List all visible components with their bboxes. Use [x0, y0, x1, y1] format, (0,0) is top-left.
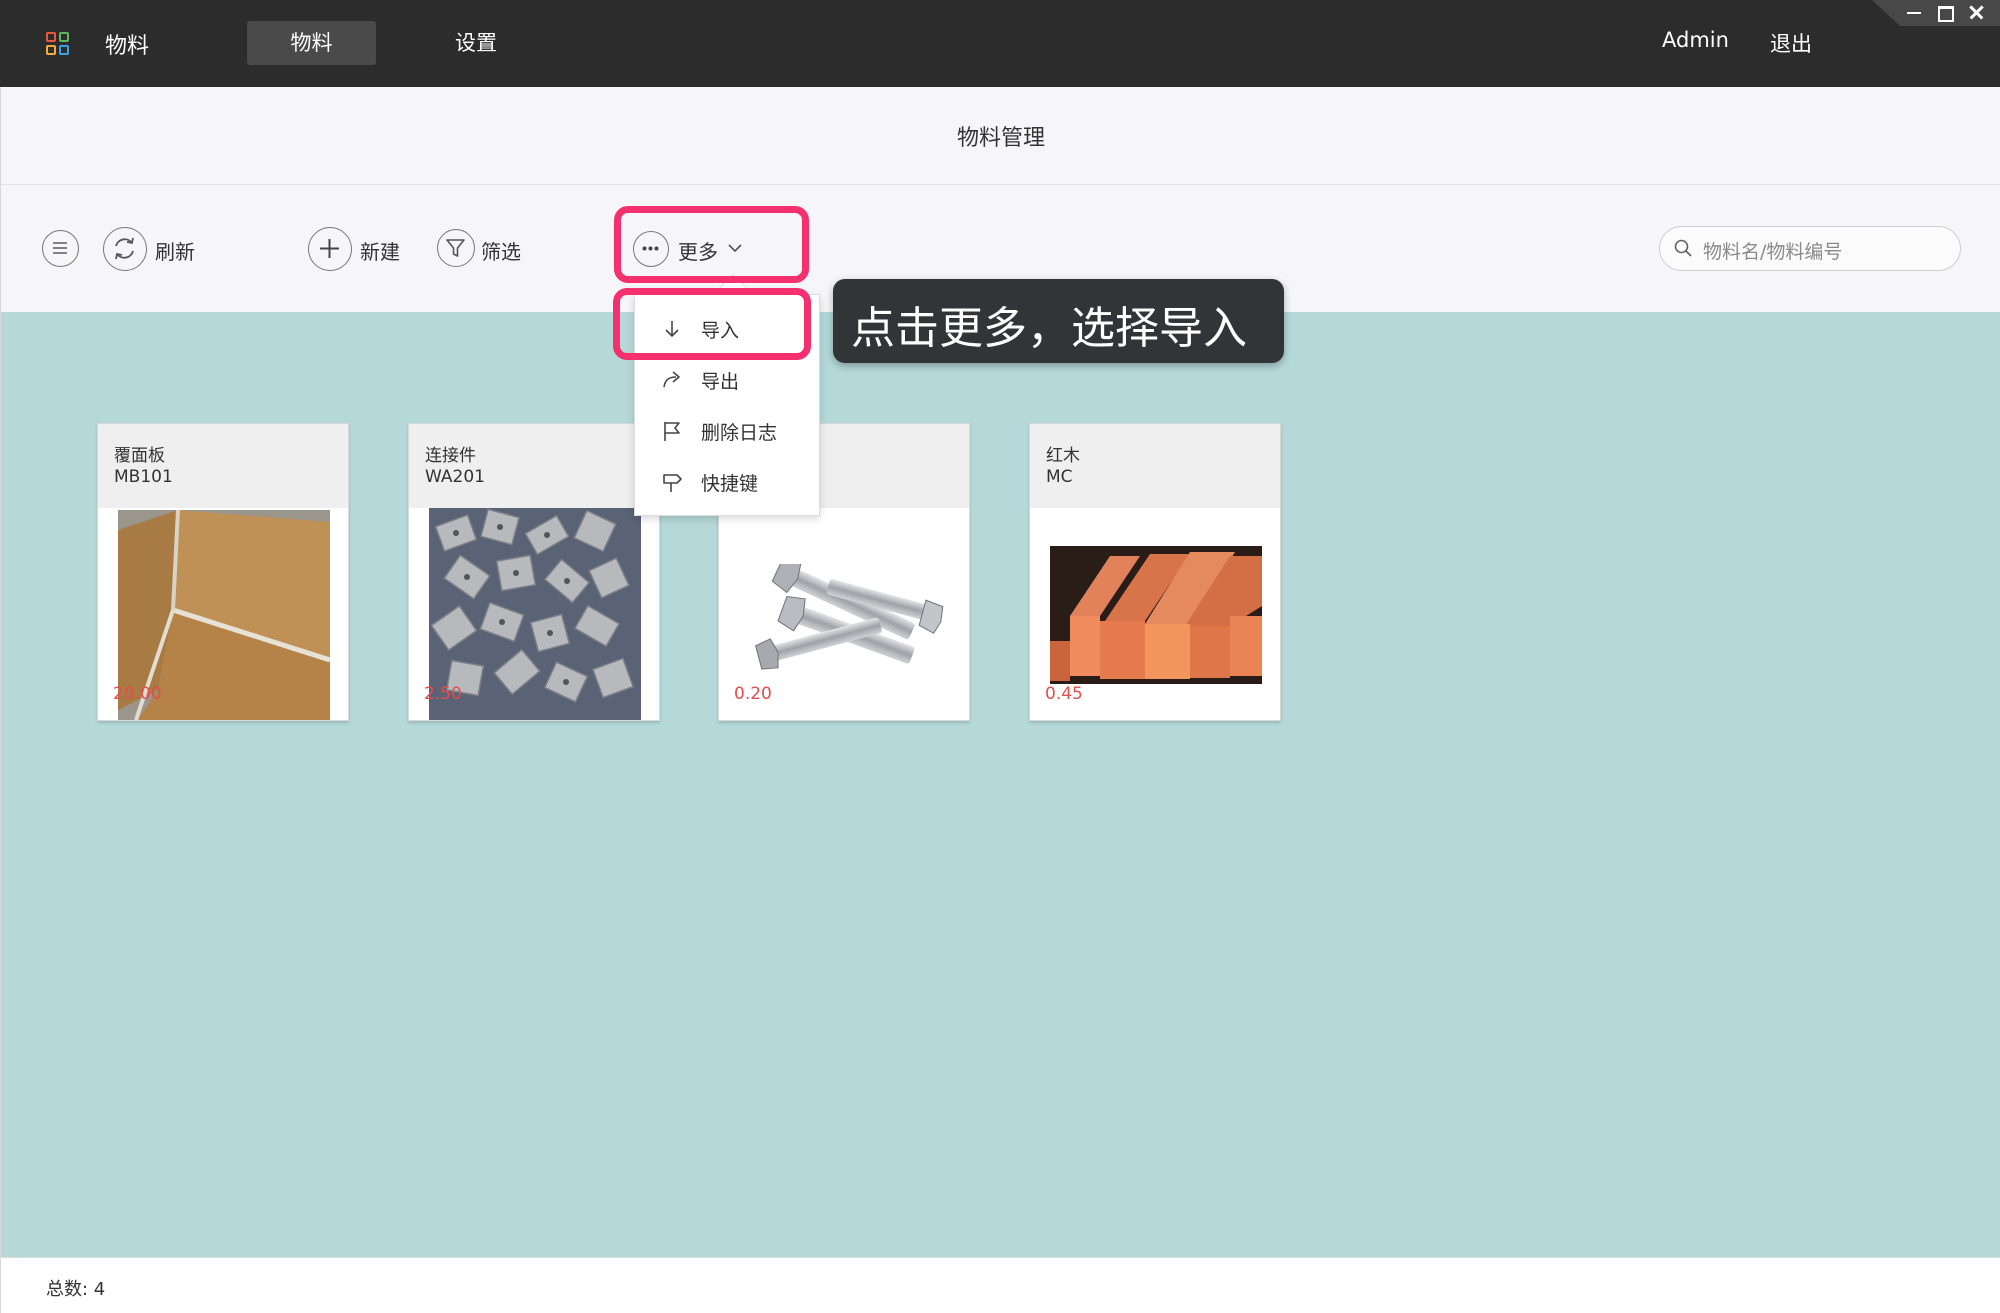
- logout-link[interactable]: 退出: [1770, 28, 1812, 58]
- search-icon: [1674, 239, 1692, 257]
- app-grid-logo-icon: [46, 32, 71, 57]
- tab-materials[interactable]: 物料: [247, 21, 376, 65]
- menu-item-delete-log[interactable]: 删除日志: [635, 406, 821, 456]
- instruction-tooltip: 点击更多，选择导入: [833, 279, 1284, 363]
- close-icon[interactable]: [1967, 2, 1987, 22]
- new-button[interactable]: [308, 227, 352, 271]
- refresh-label[interactable]: 刷新: [155, 236, 195, 265]
- menu-item-label: 删除日志: [701, 422, 778, 444]
- app-window: 物料 物料 设置 Admin 退出 物料管理 刷新 新建 筛选 更多 物料名/物…: [0, 0, 2000, 1313]
- card-price: 20.00: [113, 684, 162, 704]
- card-code: MB101: [114, 467, 173, 487]
- highlight-more-button: [614, 206, 809, 283]
- maximize-icon[interactable]: [1935, 2, 1955, 22]
- filter-funnel-icon: [446, 239, 465, 257]
- app-title: 物料: [105, 34, 150, 59]
- card-price: 0.20: [734, 684, 772, 704]
- filter-button[interactable]: [437, 229, 475, 267]
- share-icon: [663, 371, 680, 388]
- redwood-lumber-photo: [1050, 546, 1262, 684]
- top-nav-bar: 物料 物料 设置 Admin 退出: [0, 0, 2000, 87]
- minimize-icon[interactable]: [1904, 2, 1924, 22]
- new-label[interactable]: 新建: [360, 236, 400, 265]
- signpost-icon: [663, 474, 682, 492]
- menu-item-label: 导出: [701, 371, 740, 393]
- filter-label[interactable]: 筛选: [481, 236, 521, 265]
- tooltip-text: 点击更多，选择导入: [851, 303, 1247, 354]
- card-name: 覆面板: [114, 446, 165, 466]
- card-price: 2.50: [424, 684, 462, 704]
- card-name: 红木: [1046, 446, 1080, 466]
- card-code: MC: [1046, 467, 1073, 487]
- menu-list-button[interactable]: [42, 230, 79, 267]
- page-header: 物料管理: [0, 87, 2000, 185]
- flag-icon: [664, 422, 680, 441]
- material-card[interactable]: 红木 MC 0.45: [1029, 423, 1281, 721]
- menu-item-export[interactable]: 导出: [635, 355, 821, 405]
- bolts-photo: [755, 564, 944, 670]
- material-card[interactable]: 覆面板 MB101 20.00: [97, 423, 349, 721]
- card-header: 红木 MC: [1030, 424, 1280, 508]
- user-name[interactable]: Admin: [1662, 28, 1729, 52]
- card-header: 连接件 WA201: [409, 424, 659, 508]
- card-price: 0.45: [1045, 684, 1083, 704]
- material-card[interactable]: 连接件 WA201 2.50: [408, 423, 660, 721]
- card-header: 覆面板 MB101: [98, 424, 348, 508]
- card-name: 连接件: [425, 446, 476, 466]
- tab-settings[interactable]: 设置: [440, 21, 512, 65]
- plus-icon: [320, 239, 339, 258]
- refresh-button[interactable]: [103, 227, 147, 271]
- search-placeholder: 物料名/物料编号: [1703, 241, 1843, 263]
- refresh-icon: [115, 237, 134, 260]
- search-input[interactable]: 物料名/物料编号: [1659, 226, 1961, 271]
- card-code: WA201: [425, 467, 485, 487]
- status-bar: 总数: 4: [0, 1257, 2000, 1313]
- total-count: 总数: 4: [46, 1279, 106, 1300]
- menu-item-label: 快捷键: [701, 473, 759, 495]
- page-title: 物料管理: [956, 126, 1045, 151]
- menu-list-icon: [53, 242, 67, 254]
- menu-item-shortcuts[interactable]: 快捷键: [635, 457, 821, 507]
- highlight-import-item: [613, 288, 811, 360]
